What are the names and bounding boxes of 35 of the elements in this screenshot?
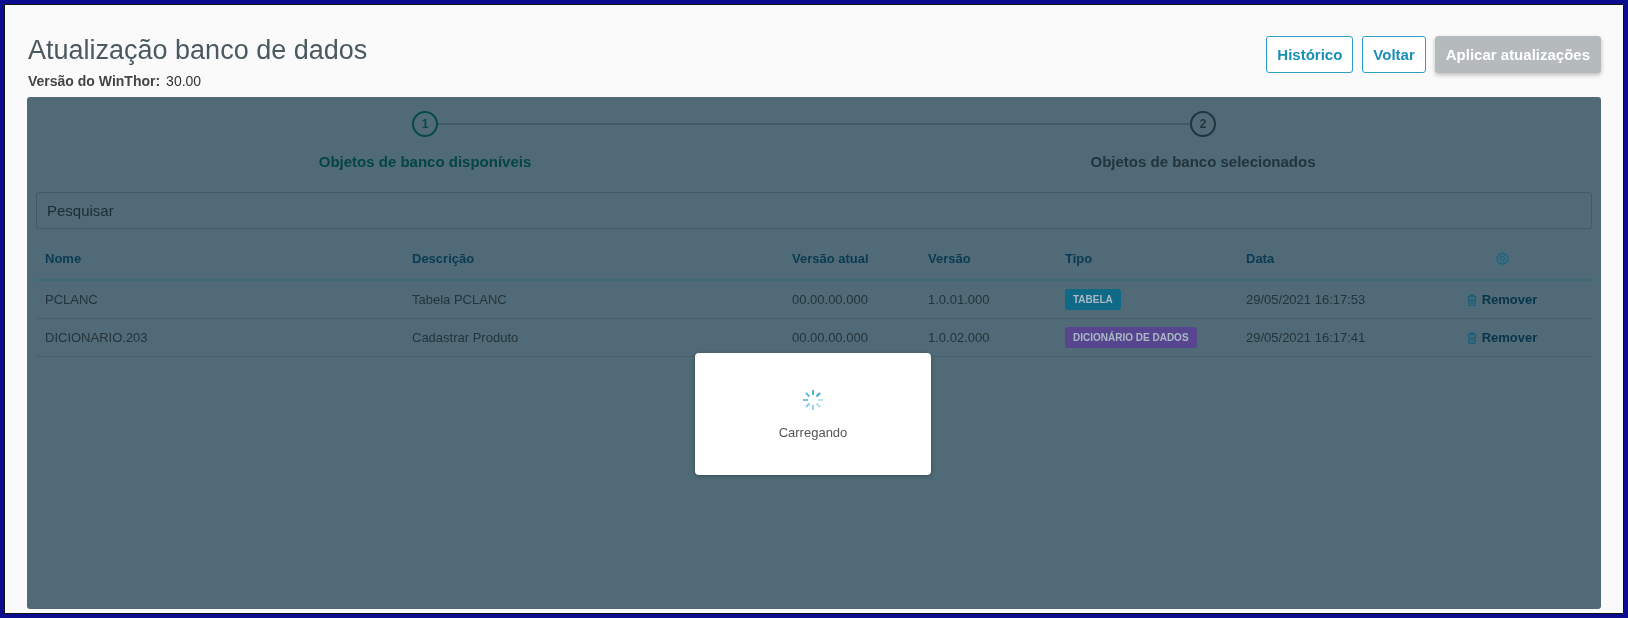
- column-header[interactable]: Descrição: [412, 250, 792, 266]
- column-header[interactable]: Nome: [45, 250, 412, 266]
- settings-icon[interactable]: [1494, 250, 1510, 266]
- table-cell-text: 00.00.00.000: [792, 292, 869, 307]
- column-header[interactable]: Data: [1246, 250, 1421, 266]
- table-cell-text: 29/05/2021 16:17:41: [1246, 330, 1367, 345]
- action-button[interactable]: Voltar: [1362, 36, 1426, 73]
- table-cell-text: PCLANC: [45, 292, 99, 307]
- search-field[interactable]: Pesquisar: [36, 192, 1592, 229]
- action-button[interactable]: Histórico: [1266, 36, 1354, 73]
- step-number[interactable]: 2: [1190, 111, 1216, 137]
- table-cell-text: 00.00.00.000: [792, 330, 869, 345]
- step-number[interactable]: 1: [412, 111, 438, 137]
- table-cell-text: DICIONARIO.203: [45, 330, 149, 345]
- remove-button[interactable]: Remover: [1466, 292, 1538, 307]
- remove-button[interactable]: Remover: [1466, 330, 1538, 345]
- table-cell-text: Tabela PCLANC: [412, 292, 508, 307]
- step-label[interactable]: Objetos de banco selecionados: [1090, 153, 1316, 170]
- type-tag: TABELA: [1065, 289, 1121, 310]
- version-value: 30.00: [166, 73, 202, 89]
- table-cell-text: 1.0.02.000: [928, 330, 991, 345]
- type-tag: DICIONÁRIO DE DADOS: [1065, 327, 1197, 348]
- column-header[interactable]: Versão atual: [792, 250, 928, 266]
- spinner-icon: [802, 388, 824, 411]
- trash-icon: [1466, 331, 1477, 344]
- loading-text: Carregando: [778, 424, 848, 440]
- version-label: Versão do WinThor:: [28, 73, 161, 89]
- column-header[interactable]: Versão: [928, 250, 1065, 266]
- step-label[interactable]: Objetos de banco disponíveis: [318, 153, 532, 170]
- page-title: Atualização banco de dados: [28, 35, 368, 66]
- table-cell-text: 1.0.01.000: [928, 292, 991, 307]
- column-header[interactable]: Tipo: [1065, 250, 1246, 266]
- table-cell-text: 29/05/2021 16:17:53: [1246, 292, 1367, 307]
- trash-icon: [1466, 293, 1477, 306]
- table-cell-text: Cadastrar Produto: [412, 330, 520, 345]
